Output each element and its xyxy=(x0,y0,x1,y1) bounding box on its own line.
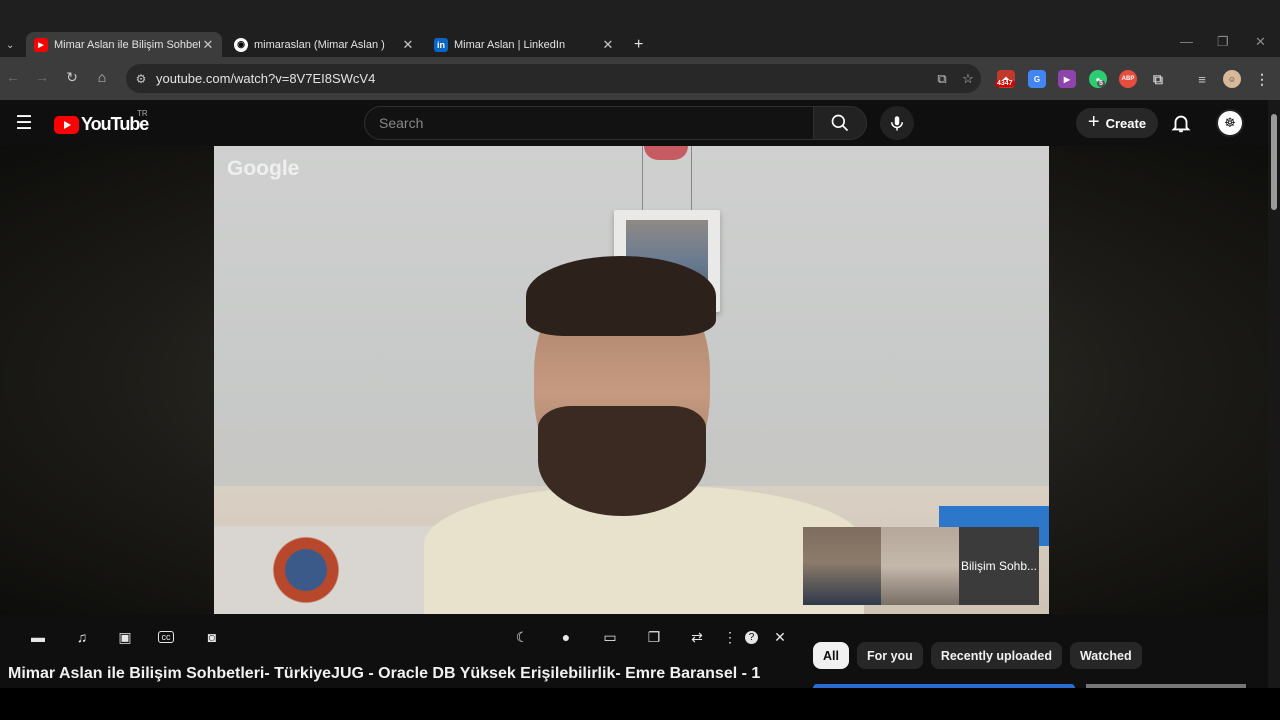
tab-title: mimaraslan (Mimar Aslan ) xyxy=(254,38,385,51)
related-video-thumbnail[interactable] xyxy=(813,684,1075,688)
chat-badge: 5 xyxy=(1097,80,1105,87)
github-icon: ◉ xyxy=(234,37,248,52)
lightbulb-icon[interactable]: ● xyxy=(556,627,576,647)
close-icon[interactable]: ✕ xyxy=(770,627,790,647)
window-close-icon[interactable]: ✕ xyxy=(1255,34,1266,50)
microphone-icon xyxy=(891,116,903,131)
restore-icon[interactable]: ❐ xyxy=(1217,34,1229,50)
participant-thumb xyxy=(803,527,881,605)
chat-extension-icon[interactable]: ● 5 xyxy=(1089,70,1107,88)
plus-icon: + xyxy=(634,35,644,53)
related-video-title[interactable] xyxy=(1086,684,1246,688)
voice-search-button[interactable] xyxy=(880,106,914,140)
video-title: Mimar Aslan ile Bilişim Sohbetleri- Türk… xyxy=(8,665,761,682)
masthead: ☰ YouTube TR + Create ☸ xyxy=(0,100,1268,146)
close-icon[interactable]: ✕ xyxy=(200,37,216,53)
close-icon[interactable]: ✕ xyxy=(400,37,416,53)
home-icon[interactable]: ⌂ xyxy=(92,69,112,85)
chevron-down-icon: ⌄ xyxy=(6,40,15,51)
create-label: Create xyxy=(1105,115,1147,131)
profile-avatar[interactable]: ☺ xyxy=(1223,70,1241,88)
bookmark-star-icon[interactable]: ☆ xyxy=(955,71,981,87)
search-icon xyxy=(831,114,849,132)
chip-watched[interactable]: Watched xyxy=(1069,642,1142,669)
title-bar-top xyxy=(0,0,1280,30)
tab-github[interactable]: ◉ mimaraslan (Mimar Aslan ) ✕ xyxy=(226,32,422,57)
youtube-play-icon xyxy=(54,115,79,134)
minimize-icon[interactable]: — xyxy=(1180,34,1193,49)
video-frame[interactable]: Google Bilişim Sohb... xyxy=(214,146,1049,614)
speaker xyxy=(424,256,864,614)
extensions-puzzle-icon[interactable]: ⧉ xyxy=(1149,70,1167,88)
tab-linkedin[interactable]: in Mimar Aslan | LinkedIn ✕ xyxy=(426,32,622,57)
video-camera-icon[interactable]: ▬ xyxy=(28,627,48,647)
youtube-icon: ▶ xyxy=(34,37,48,52)
search-button[interactable] xyxy=(813,106,867,140)
screenshot-camera-icon[interactable]: ◙ xyxy=(202,627,222,647)
translate-icon[interactable]: G xyxy=(1028,70,1046,88)
video-player[interactable]: Google Bilişim Sohb... xyxy=(0,146,1268,614)
moon-icon[interactable]: ☾ xyxy=(512,627,532,647)
site-settings-icon[interactable]: ⚙ xyxy=(126,72,156,86)
scrollbar-thumb[interactable] xyxy=(1271,114,1277,210)
more-vertical-icon[interactable]: ⋮ xyxy=(720,627,740,647)
tab-search-button[interactable]: ⌄ xyxy=(2,33,22,58)
tab-title: Mimar Aslan ile Bilişim Sohbetl xyxy=(54,38,200,51)
address-bar[interactable]: ⚙ youtube.com/watch?v=8V7EI8SWcV4 ⧉ ☆ xyxy=(126,64,981,93)
youtube-page: ☰ YouTube TR + Create ☸ xyxy=(0,100,1268,688)
new-tab-button[interactable]: + xyxy=(626,32,650,57)
install-app-icon[interactable]: ⧉ xyxy=(929,71,955,87)
help-icon[interactable]: ? xyxy=(745,631,758,644)
plus-icon: + xyxy=(1087,110,1100,133)
participant-strip: Bilişim Sohb... xyxy=(803,527,1049,605)
reload-icon[interactable]: ↻ xyxy=(62,69,82,86)
google-watermark: Google xyxy=(227,157,300,180)
tab-title: Mimar Aslan | LinkedIn xyxy=(454,38,566,51)
related-filter-chips: All For you Recently uploaded Watched xyxy=(813,642,1142,669)
search-input[interactable] xyxy=(379,115,813,131)
participant-thumb xyxy=(881,527,959,605)
captions-icon[interactable]: cc xyxy=(158,631,174,643)
chip-recently-uploaded[interactable]: Recently uploaded xyxy=(930,642,1062,669)
ublock-badge: 4347 xyxy=(995,80,1015,87)
page-scrollbar[interactable] xyxy=(1268,100,1280,688)
reading-list-icon[interactable]: ≡ xyxy=(1193,70,1211,88)
back-icon[interactable]: ← xyxy=(3,69,23,85)
close-icon[interactable]: ✕ xyxy=(600,37,616,53)
chip-all[interactable]: All xyxy=(813,642,849,669)
video-speed-icon[interactable]: ▶ xyxy=(1058,70,1076,88)
url-text[interactable]: youtube.com/watch?v=8V7EI8SWcV4 xyxy=(156,71,929,86)
browser-menu-icon[interactable]: ⋮ xyxy=(1253,70,1271,88)
youtube-logo[interactable]: YouTube TR xyxy=(54,109,149,135)
linkedin-icon: in xyxy=(434,37,448,52)
speaker-beard xyxy=(538,406,706,516)
notifications-bell-icon[interactable] xyxy=(1170,112,1192,134)
image-icon[interactable]: ▣ xyxy=(115,627,135,647)
search-box[interactable] xyxy=(364,106,814,140)
cushion xyxy=(214,526,444,614)
music-note-icon[interactable]: ♫ xyxy=(72,627,92,647)
ublock-icon[interactable]: ◆ 4347 xyxy=(995,70,1015,88)
country-code: TR xyxy=(137,109,148,118)
participant-tile: Bilişim Sohb... xyxy=(959,527,1039,605)
tab-bar: ⌄ ▶ Mimar Aslan ile Bilişim Sohbetl ✕ ◉ … xyxy=(0,30,1280,57)
account-avatar[interactable]: ☸ xyxy=(1216,109,1244,137)
create-button[interactable]: + Create xyxy=(1076,108,1158,138)
chip-for-you[interactable]: For you xyxy=(856,642,923,669)
playlist-icon[interactable]: ❐ xyxy=(644,627,664,647)
forward-icon[interactable]: → xyxy=(32,69,52,85)
repeat-icon[interactable]: ⇄ xyxy=(687,627,707,647)
tab-youtube[interactable]: ▶ Mimar Aslan ile Bilişim Sohbetl ✕ xyxy=(26,32,222,57)
toolbar: ← → ↻ ⌂ ⚙ youtube.com/watch?v=8V7EI8SWcV… xyxy=(0,57,1280,100)
participant-tile-label: Bilişim Sohb... xyxy=(960,559,1038,573)
abp-label: ABP xyxy=(1121,76,1135,82)
hamburger-menu-icon[interactable]: ☰ xyxy=(14,112,34,135)
adblock-plus-icon[interactable]: ABP xyxy=(1119,70,1137,88)
picture-in-picture-icon[interactable]: ▭ xyxy=(600,627,620,647)
speaker-hair xyxy=(526,256,716,336)
